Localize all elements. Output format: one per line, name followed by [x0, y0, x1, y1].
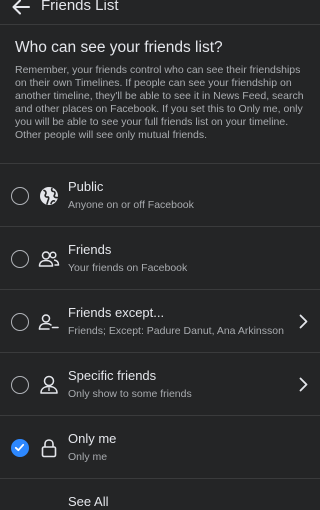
header-divider	[0, 24, 320, 25]
friends-icon	[38, 248, 60, 270]
radio-button[interactable]	[11, 313, 29, 331]
option-label: Friends	[68, 242, 112, 257]
chevron-right-icon	[297, 376, 309, 392]
radio-button[interactable]	[11, 376, 29, 394]
section-description: Remember, your friends control who can s…	[15, 64, 304, 141]
option-sublabel: Your friends on Facebook	[68, 262, 188, 274]
option-friends-except[interactable]: Friends except... Friends; Except: Padur…	[0, 290, 320, 352]
page-title: Friends List	[41, 0, 119, 14]
option-friends[interactable]: Friends Your friends on Facebook	[0, 227, 320, 289]
option-label: Public	[68, 179, 104, 194]
option-label: Friends except...	[68, 305, 165, 320]
radio-button-selected[interactable]	[11, 439, 29, 457]
globe-icon	[38, 185, 60, 207]
option-specific-friends[interactable]: Specific friends Only show to some frien…	[0, 353, 320, 415]
lock-icon	[38, 437, 60, 459]
option-sublabel: Anyone on or off Facebook	[68, 199, 194, 211]
section-title: Who can see your friends list?	[15, 39, 223, 56]
back-arrow-icon[interactable]	[8, 0, 34, 19]
option-only-me[interactable]: Only me Only me	[0, 416, 320, 478]
option-sublabel: Only me	[68, 451, 108, 463]
chevron-right-icon	[297, 313, 309, 329]
radio-button[interactable]	[11, 250, 29, 268]
friends-except-icon	[38, 311, 60, 333]
option-label: Only me	[68, 431, 117, 446]
radio-button[interactable]	[11, 187, 29, 205]
option-sublabel: Friends; Except: Padure Danut, Ana Arkin…	[68, 325, 284, 337]
option-sublabel: Only show to some friends	[68, 388, 192, 400]
specific-friend-icon	[38, 374, 60, 396]
option-public[interactable]: Public Anyone on or off Facebook	[0, 164, 320, 226]
see-all-button[interactable]: See All	[68, 494, 108, 509]
divider	[0, 478, 320, 479]
option-label: Specific friends	[68, 368, 157, 383]
top-bar: Friends List	[0, 0, 320, 22]
friends-list-screen: Friends List Who can see your friends li…	[0, 0, 320, 510]
